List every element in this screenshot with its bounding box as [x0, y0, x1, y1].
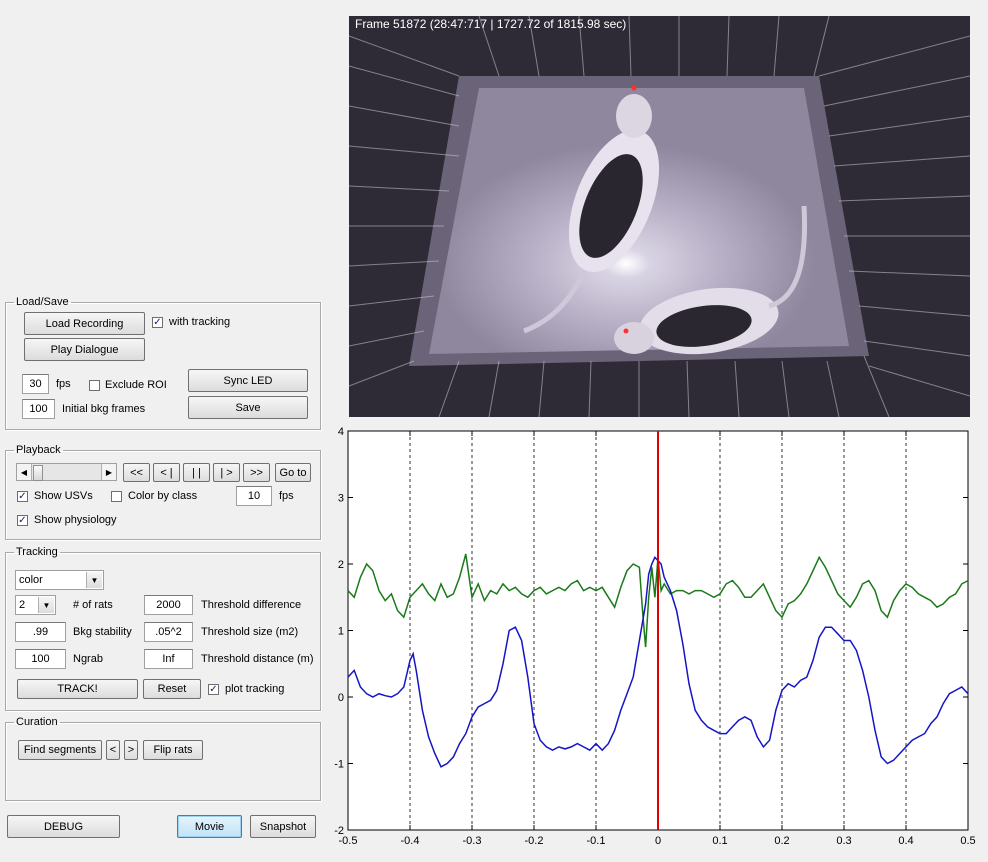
- playback-legend: Playback: [16, 444, 61, 456]
- x-tick-label: 0.4: [898, 835, 913, 847]
- threshold-distance-label: Threshold distance (m): [201, 653, 314, 665]
- exclude-roi-checkbox[interactable]: [89, 380, 100, 391]
- with-tracking-checkbox[interactable]: ✓: [152, 317, 163, 328]
- chevron-down-icon[interactable]: ▼: [86, 572, 102, 588]
- slider-left-arrow-icon[interactable]: ◀: [17, 464, 32, 480]
- threshold-size-label: Threshold size (m2): [201, 626, 299, 638]
- video-frame: Frame 51872 (28:47:717 | 1727.72 of 1815…: [349, 16, 970, 417]
- movie-button[interactable]: Movie: [177, 815, 242, 838]
- color-by-class-label: Color by class: [128, 490, 198, 502]
- y-tick-label: -2: [334, 825, 344, 837]
- tracking-method-dropdown[interactable]: color ▼: [15, 570, 104, 590]
- show-usvs-label: Show USVs: [34, 490, 93, 502]
- plot-tracking-checkbox[interactable]: ✓: [208, 684, 219, 695]
- load-recording-button[interactable]: Load Recording: [24, 312, 145, 335]
- num-rats-value: 2: [19, 599, 26, 611]
- next-segment-button[interactable]: >: [124, 740, 138, 760]
- num-rats-label: # of rats: [73, 599, 113, 611]
- step-back-button[interactable]: < |: [153, 463, 180, 482]
- y-tick-label: 1: [338, 626, 344, 638]
- x-tick-label: 0.1: [712, 835, 727, 847]
- slider-right-arrow-icon[interactable]: ▶: [101, 464, 116, 480]
- x-tick-label: -0.1: [587, 835, 606, 847]
- y-tick-label: 2: [338, 559, 344, 571]
- play-dialogue-button[interactable]: Play Dialogue: [24, 338, 145, 361]
- y-tick-label: -1: [334, 759, 344, 771]
- tracking-legend: Tracking: [16, 546, 58, 558]
- previous-segment-button[interactable]: <: [106, 740, 120, 760]
- fast-forward-button[interactable]: >>: [243, 463, 270, 482]
- fps-input[interactable]: [22, 374, 49, 394]
- reset-button[interactable]: Reset: [143, 679, 201, 699]
- playback-slider[interactable]: ◀ ▶: [16, 463, 117, 481]
- plot-tracking-label: plot tracking: [225, 683, 285, 695]
- rewind-button[interactable]: <<: [123, 463, 150, 482]
- show-physiology-checkbox[interactable]: ✓: [17, 515, 28, 526]
- go-to-button[interactable]: Go to: [275, 463, 311, 482]
- plot-axes: -0.5 -0.4 -0.3 -0.2 -0.1 0 0.1 0.2 0.3 0.4 0.5-2-1…: [334, 426, 975, 847]
- show-usvs-checkbox[interactable]: ✓: [17, 491, 28, 502]
- x-tick-label: 0.3: [836, 835, 851, 847]
- load-save-legend: Load/Save: [16, 296, 69, 308]
- x-tick-label: -0.2: [525, 835, 544, 847]
- threshold-size-input[interactable]: [144, 622, 193, 642]
- num-rats-dropdown[interactable]: 2 ▼: [15, 595, 56, 615]
- pause-button[interactable]: | |: [183, 463, 210, 482]
- ngrab-input[interactable]: [15, 649, 66, 669]
- bkg-stability-label: Bkg stability: [73, 626, 132, 638]
- track-button[interactable]: TRACK!: [17, 679, 138, 699]
- show-physiology-label: Show physiology: [34, 514, 117, 526]
- chevron-down-icon[interactable]: ▼: [38, 597, 54, 613]
- x-tick-label: 0.5: [960, 835, 975, 847]
- frame-info: Frame 51872 (28:47:717 | 1727.72 of 1815…: [355, 17, 627, 31]
- sync-led-button[interactable]: Sync LED: [188, 369, 308, 392]
- debug-button[interactable]: DEBUG: [7, 815, 120, 838]
- y-tick-label: 4: [338, 426, 344, 438]
- threshold-distance-input[interactable]: [144, 649, 193, 669]
- tracking-method-value: color: [19, 574, 43, 586]
- playback-fps-label: fps: [279, 490, 294, 502]
- video-image: [349, 16, 970, 417]
- flip-rats-button[interactable]: Flip rats: [143, 740, 203, 760]
- physiology-plot: -0.5 -0.4 -0.3 -0.2 -0.1 0 0.1 0.2 0.3 0.4 0.5-2-1…: [334, 426, 975, 847]
- slider-thumb[interactable]: [33, 465, 43, 481]
- x-tick-label: -0.4: [401, 835, 420, 847]
- bkg-stability-input[interactable]: [15, 622, 66, 642]
- find-segments-button[interactable]: Find segments: [18, 740, 102, 760]
- threshold-difference-input[interactable]: [144, 595, 193, 615]
- fps-label: fps: [56, 378, 71, 390]
- ngrab-label: Ngrab: [73, 653, 103, 665]
- save-button[interactable]: Save: [188, 396, 308, 419]
- with-tracking-label: with tracking: [169, 316, 231, 328]
- x-tick-label: -0.3: [463, 835, 482, 847]
- exclude-roi-label: Exclude ROI: [105, 379, 167, 391]
- snapshot-button[interactable]: Snapshot: [250, 815, 316, 838]
- initial-bkg-frames-input[interactable]: [22, 399, 55, 419]
- x-tick-label: 0: [655, 835, 661, 847]
- curation-legend: Curation: [16, 716, 58, 728]
- step-forward-button[interactable]: | >: [213, 463, 240, 482]
- y-tick-label: 0: [338, 692, 344, 704]
- initial-bkg-frames-label: Initial bkg frames: [62, 403, 146, 415]
- playback-fps-input[interactable]: [236, 486, 272, 506]
- x-tick-label: 0.2: [774, 835, 789, 847]
- y-tick-label: 3: [338, 493, 344, 505]
- threshold-difference-label: Threshold difference: [201, 599, 302, 611]
- color-by-class-checkbox[interactable]: [111, 491, 122, 502]
